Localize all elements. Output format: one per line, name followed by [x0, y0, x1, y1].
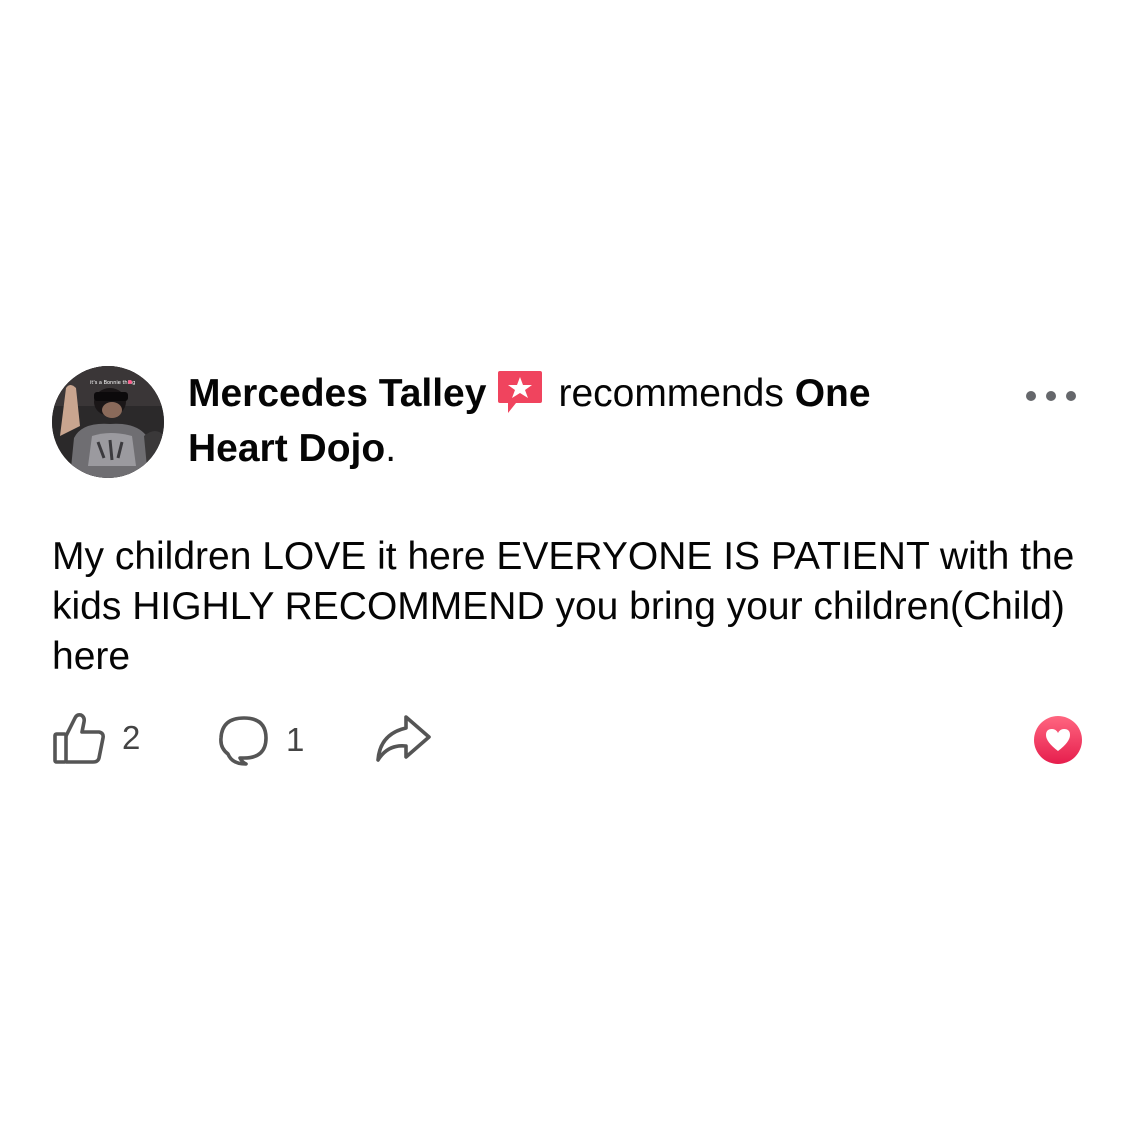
avatar[interactable]: it's a Bonnie thing: [52, 366, 164, 478]
thumbs-up-icon: [53, 713, 105, 764]
comment-bubble-icon: [219, 716, 268, 766]
post-header: Mercedes Talley recommends One Heart Doj…: [188, 366, 978, 476]
share-button[interactable]: [374, 714, 432, 764]
more-dot: [1046, 391, 1056, 401]
share-arrow-icon: [376, 715, 431, 762]
more-dot: [1066, 391, 1076, 401]
comment-count: 1: [286, 721, 305, 758]
more-dot: [1026, 391, 1036, 401]
like-button[interactable]: 2: [52, 710, 140, 766]
recommendation-star-icon: [496, 369, 544, 415]
profile-photo: it's a Bonnie thing: [52, 366, 164, 478]
target-punctuation: .: [385, 427, 397, 470]
post-actions: 2 1: [52, 708, 1082, 768]
love-heart-icon: [1046, 729, 1070, 751]
author-name[interactable]: Mercedes Talley: [188, 372, 486, 415]
comment-button[interactable]: 1: [216, 714, 304, 766]
more-options-button[interactable]: [1026, 384, 1076, 408]
like-count: 2: [122, 719, 141, 756]
love-reaction-icon: [1034, 716, 1082, 764]
post-body: My children LOVE it here EVERYONE IS PAT…: [52, 535, 1075, 678]
action-verb: recommends: [558, 372, 784, 415]
